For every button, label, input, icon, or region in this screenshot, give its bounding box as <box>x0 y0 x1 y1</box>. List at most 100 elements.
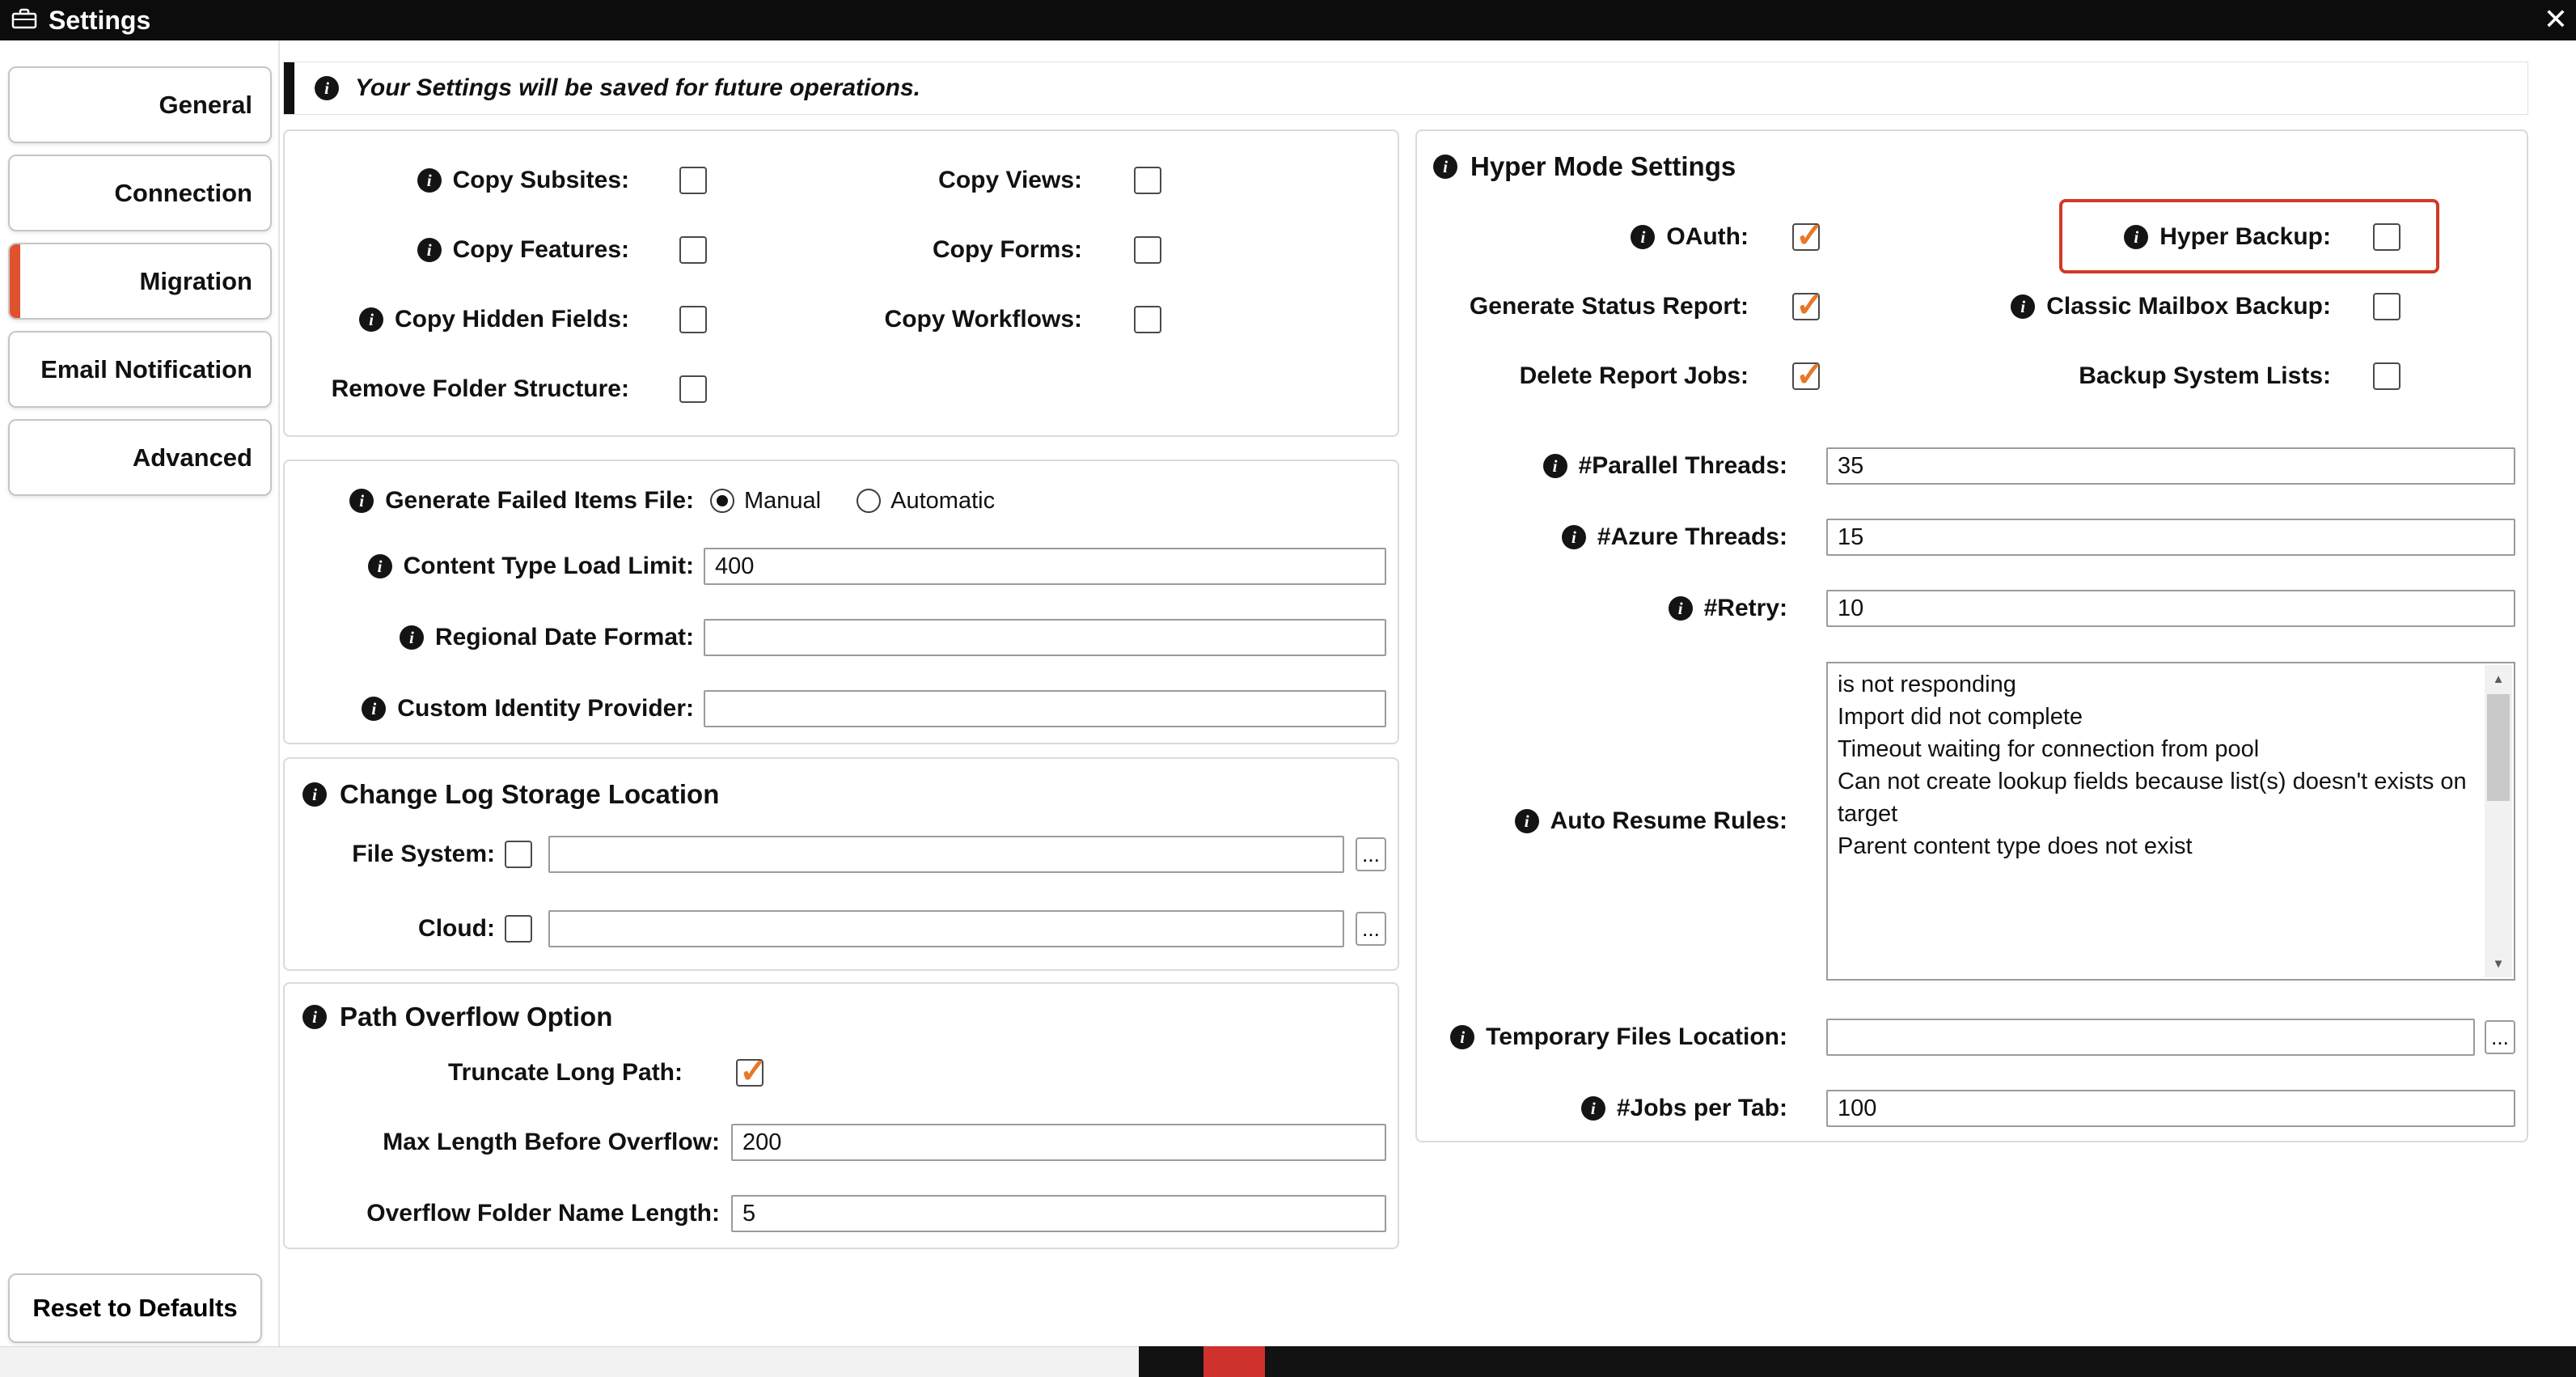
auto-resume-rules-label: Auto Resume Rules: <box>1417 807 1787 835</box>
failed-items-panel: Generate Failed Items File: Manual Autom… <box>283 460 1399 744</box>
custom-identity-provider-row: Custom Identity Provider: <box>285 673 1386 744</box>
content-type-load-limit-row: Content Type Load Limit: <box>285 531 1386 602</box>
info-icon <box>362 697 386 721</box>
taskbar-app-indicator[interactable] <box>1203 1346 1265 1377</box>
remove-folder-structure-checkbox[interactable] <box>679 375 707 403</box>
retry-input[interactable] <box>1826 590 2515 627</box>
regional-date-format-input[interactable] <box>704 619 1386 656</box>
info-icon <box>1562 525 1586 549</box>
automatic-radio-label: Automatic <box>890 488 995 515</box>
delete-report-jobs-checkbox[interactable] <box>1792 362 1820 390</box>
info-icon <box>1581 1096 1605 1121</box>
copy-views-checkbox[interactable] <box>1134 167 1161 194</box>
info-icon <box>302 782 327 807</box>
banner-text: Your Settings will be saved for future o… <box>355 74 920 102</box>
reset-to-defaults-button[interactable]: Reset to Defaults <box>8 1273 262 1343</box>
backup-system-lists-checkbox[interactable] <box>2373 362 2400 390</box>
close-icon[interactable]: ✕ <box>2537 2 2574 37</box>
backup-system-lists-label: Backup System Lists: <box>1820 362 2331 390</box>
file-system-checkbox[interactable] <box>505 841 532 868</box>
textarea-scrollbar[interactable] <box>2485 665 2512 977</box>
copy-forms-label: Copy Forms: <box>707 236 1082 264</box>
scrollbar-thumb[interactable] <box>2487 694 2510 801</box>
banner-accent-bar <box>284 62 294 114</box>
auto-resume-rules-row: Auto Resume Rules: is not responding Imp… <box>1417 662 2515 981</box>
copy-options-row: Remove Folder Structure: <box>285 354 1398 424</box>
regional-date-format-row: Regional Date Format: <box>285 602 1386 673</box>
settings-app-icon <box>11 7 37 33</box>
window-bottom-edge <box>0 1346 1139 1377</box>
file-system-browse-button[interactable]: ... <box>1356 837 1386 871</box>
overflow-folder-name-length-input[interactable] <box>731 1195 1386 1232</box>
cloud-checkbox[interactable] <box>505 915 532 943</box>
copy-options-row: Copy Features: Copy Forms: <box>285 215 1398 285</box>
info-icon <box>359 307 383 332</box>
retry-row: #Retry: <box>1417 573 2515 644</box>
auto-resume-rules-textarea[interactable]: is not responding Import did not complet… <box>1826 662 2515 981</box>
cloud-path-input[interactable] <box>548 910 1344 947</box>
sidebar: General Connection Migration Email Notif… <box>8 66 272 496</box>
generate-status-report-label: Generate Status Report: <box>1417 293 1749 320</box>
content-type-load-limit-label: Content Type Load Limit: <box>285 553 694 580</box>
parallel-threads-input[interactable] <box>1826 447 2515 485</box>
copy-subsites-checkbox[interactable] <box>679 167 707 194</box>
jobs-per-tab-input[interactable] <box>1826 1090 2515 1127</box>
tab-advanced-label: Advanced <box>133 443 252 472</box>
tab-migration[interactable]: Migration <box>8 243 272 320</box>
delete-report-jobs-label: Delete Report Jobs: <box>1417 362 1749 390</box>
change-log-storage-title: Change Log Storage Location <box>340 779 719 810</box>
copy-workflows-checkbox[interactable] <box>1134 306 1161 333</box>
tab-advanced[interactable]: Advanced <box>8 419 272 496</box>
spacer <box>1417 411 2515 430</box>
truncate-long-path-checkbox[interactable] <box>736 1059 763 1087</box>
max-length-before-overflow-label: Max Length Before Overflow: <box>285 1129 720 1156</box>
content-type-load-limit-input[interactable] <box>704 548 1386 585</box>
classic-mailbox-backup-label: Classic Mailbox Backup: <box>1820 293 2331 320</box>
copy-options-panel: Copy Subsites: Copy Views: Copy Features… <box>283 129 1399 437</box>
info-icon <box>2011 294 2035 319</box>
max-length-before-overflow-input[interactable] <box>731 1124 1386 1161</box>
generate-status-report-checkbox[interactable] <box>1792 293 1820 320</box>
copy-features-label: Copy Features: <box>285 236 629 264</box>
temporary-files-location-input[interactable] <box>1826 1019 2475 1056</box>
hyper-backup-checkbox[interactable] <box>2373 223 2400 251</box>
info-icon <box>1515 809 1539 833</box>
cloud-browse-button[interactable]: ... <box>1356 912 1386 946</box>
info-icon <box>2124 225 2148 249</box>
info-icon <box>1450 1025 1474 1049</box>
info-icon <box>1631 225 1655 249</box>
azure-threads-input[interactable] <box>1826 519 2515 556</box>
oauth-hyper-backup-row: OAuth: Hyper Backup: <box>1417 202 2515 272</box>
tab-general[interactable]: General <box>8 66 272 143</box>
truncate-long-path-label: Truncate Long Path: <box>285 1059 683 1087</box>
temporary-files-browse-button[interactable]: ... <box>2485 1020 2515 1054</box>
copy-forms-checkbox[interactable] <box>1134 236 1161 264</box>
status-report-classic-mailbox-row: Generate Status Report: Classic Mailbox … <box>1417 272 2515 341</box>
oauth-checkbox[interactable] <box>1792 223 1820 251</box>
cloud-row: Cloud: ... <box>285 892 1386 966</box>
copy-features-checkbox[interactable] <box>679 236 707 264</box>
info-banner: Your Settings will be saved for future o… <box>283 61 2528 115</box>
copy-hidden-fields-checkbox[interactable] <box>679 306 707 333</box>
overflow-folder-name-length-row: Overflow Folder Name Length: <box>285 1178 1386 1249</box>
generate-failed-items-row: Generate Failed Items File: Manual Autom… <box>285 471 1386 531</box>
tab-connection[interactable]: Connection <box>8 155 272 231</box>
custom-identity-provider-input[interactable] <box>704 690 1386 727</box>
custom-identity-provider-label: Custom Identity Provider: <box>285 695 694 722</box>
temporary-files-location-label: Temporary Files Location: <box>1417 1023 1787 1051</box>
scroll-up-icon[interactable] <box>2485 665 2512 693</box>
retry-label: #Retry: <box>1417 595 1787 622</box>
hyper-mode-settings-header: Hyper Mode Settings <box>1417 131 2515 202</box>
temporary-files-location-row: Temporary Files Location: ... <box>1417 1002 2515 1073</box>
manual-radio[interactable] <box>710 489 734 513</box>
auto-resume-rules-text: is not responding Import did not complet… <box>1838 668 2473 974</box>
scroll-down-icon[interactable] <box>2485 950 2512 977</box>
automatic-radio-option: Automatic <box>857 488 995 515</box>
tab-email-notification[interactable]: Email Notification <box>8 331 272 408</box>
copy-options-row: Copy Hidden Fields: Copy Workflows: <box>285 285 1398 354</box>
file-system-path-input[interactable] <box>548 836 1344 873</box>
sidebar-divider <box>278 40 280 1346</box>
classic-mailbox-backup-checkbox[interactable] <box>2373 293 2400 320</box>
window-title: Settings <box>49 6 150 36</box>
automatic-radio[interactable] <box>857 489 881 513</box>
